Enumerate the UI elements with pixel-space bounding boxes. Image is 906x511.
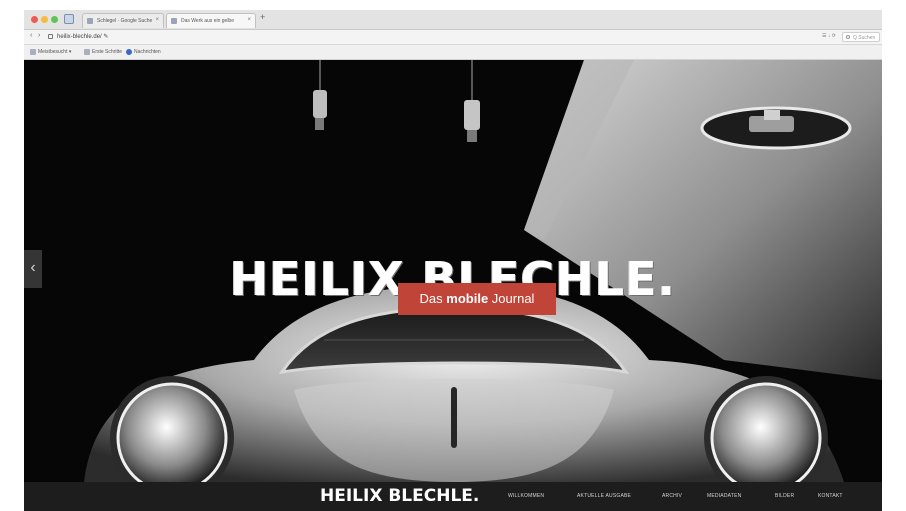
new-tab-button[interactable]: +	[260, 13, 265, 22]
bookmark-most-visited[interactable]: Meistbesucht ▾	[30, 49, 71, 55]
bookmark-label: Erste Schritte	[92, 49, 123, 55]
navigation-toolbar: ‹ › heilix-blechle.de/ ✎ ☰ ↓ ⟳ Q Suchen	[24, 30, 882, 45]
lock-icon	[48, 34, 53, 39]
address-bar[interactable]: heilix-blechle.de/ ✎	[57, 33, 108, 40]
close-icon[interactable]: ×	[155, 17, 159, 23]
nav-item-aktuelle-ausgabe[interactable]: AKTUELLE AUSGABE	[577, 493, 631, 499]
tagline-bold: mobile	[446, 291, 489, 306]
nav-item-willkommen[interactable]: WILLKOMMEN	[508, 493, 544, 499]
bookmark-icon	[84, 49, 90, 55]
site-logo[interactable]: HEILIX BLECHLE.	[320, 485, 479, 507]
toolbar-actions[interactable]: ☰ ↓ ⟳	[822, 33, 836, 39]
tagline-text: Das	[419, 291, 447, 306]
tab-label: Das Werk aus ein gelbe	[181, 18, 234, 24]
site-navigation: HEILIX BLECHLE. WILLKOMMEN AKTUELLE AUSG…	[24, 482, 882, 511]
zoom-window-button[interactable]	[51, 16, 58, 23]
nav-item-mediadaten[interactable]: MEDIADATEN	[707, 493, 741, 499]
bookmark-news[interactable]: Nachrichten	[126, 49, 161, 55]
bookmark-label: Nachrichten	[134, 49, 161, 55]
slider-prev-button[interactable]: ‹	[24, 250, 42, 288]
bookmarks-bar: Meistbesucht ▾ Erste Schritte Nachrichte…	[24, 45, 882, 60]
tab-overview-icon[interactable]	[64, 14, 74, 24]
search-placeholder: Q Suchen	[853, 35, 876, 41]
tab-heilix-blechle[interactable]: Das Werk aus ein gelbe ×	[166, 13, 256, 28]
tagline-text-end: Journal	[488, 291, 535, 306]
favicon-icon	[171, 18, 177, 24]
minimize-window-button[interactable]	[41, 16, 48, 23]
hero-slider: HEILIX BLECHLE. Das mobile Journal ‹	[24, 60, 882, 482]
nav-item-kontakt[interactable]: KONTAKT	[818, 493, 843, 499]
nav-item-bilder[interactable]: BILDER	[775, 493, 794, 499]
search-icon	[846, 35, 850, 39]
bookmark-getting-started[interactable]: Erste Schritte	[84, 49, 122, 55]
hero-tagline: Das mobile Journal	[398, 283, 556, 315]
tab-label: Schlegel · Google Suche	[97, 18, 153, 24]
bookmark-label: Meistbesucht ▾	[38, 49, 72, 55]
browser-window: Schlegel · Google Suche × Das Werk aus e…	[0, 0, 906, 511]
search-input[interactable]: Q Suchen	[842, 32, 880, 42]
forward-button[interactable]: ›	[38, 32, 40, 39]
close-window-button[interactable]	[31, 16, 38, 23]
back-button[interactable]: ‹	[30, 32, 32, 39]
nav-item-archiv[interactable]: ARCHIV	[662, 493, 682, 499]
tab-google-search[interactable]: Schlegel · Google Suche ×	[82, 13, 164, 28]
close-icon[interactable]: ×	[247, 17, 251, 23]
globe-icon	[126, 49, 132, 55]
tab-bar: Schlegel · Google Suche × Das Werk aus e…	[24, 10, 882, 30]
favicon-icon	[87, 18, 93, 24]
bookmark-icon	[30, 49, 36, 55]
